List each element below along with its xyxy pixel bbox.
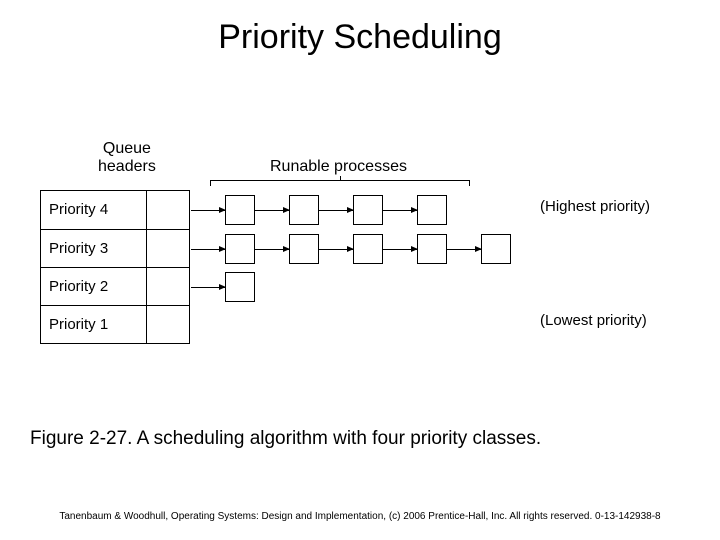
page-title: Priority Scheduling [0,0,720,57]
priority-label: Priority 1 [41,306,147,343]
runable-processes-label: Runable processes [270,158,407,176]
queue-head [147,191,187,229]
process-box [289,234,319,264]
table-row: Priority 3 [41,229,189,267]
queue-headers-label: Queueheaders [98,140,156,175]
priority-label: Priority 4 [41,191,147,229]
process-box [481,234,511,264]
process-box [417,234,447,264]
process-box [353,234,383,264]
process-box [225,234,255,264]
arrow-icon [255,210,289,211]
table-row: Priority 1 [41,305,189,343]
arrow-icon [255,249,289,250]
arrow-icon [319,249,353,250]
arrow-icon [383,210,417,211]
process-list [191,230,511,268]
process-list [191,191,447,229]
arrow-icon [383,249,417,250]
arrow-icon [191,287,225,288]
highest-priority-annotation: (Highest priority) [540,198,650,215]
priority-label: Priority 3 [41,230,147,267]
process-box [289,195,319,225]
queue-head [147,268,187,305]
process-list [191,268,255,306]
process-box [417,195,447,225]
queue-head [147,306,187,343]
priority-table: Priority 4 Priority 3 Priority 2 Priorit… [40,190,190,344]
arrow-icon [319,210,353,211]
table-row: Priority 4 [41,191,189,229]
lowest-priority-annotation: (Lowest priority) [540,312,647,329]
arrow-icon [191,249,225,250]
process-box [225,272,255,302]
copyright-footer: Tanenbaum & Woodhull, Operating Systems:… [0,511,720,522]
arrow-icon [447,249,481,250]
figure-caption: Figure 2-27. A scheduling algorithm with… [0,428,720,450]
priority-label: Priority 2 [41,268,147,305]
priority-diagram: Queueheaders Runable processes Priority … [40,140,680,380]
arrow-icon [191,210,225,211]
process-box [353,195,383,225]
queue-head [147,230,187,267]
table-row: Priority 2 [41,267,189,305]
brace-icon [210,180,470,188]
process-box [225,195,255,225]
